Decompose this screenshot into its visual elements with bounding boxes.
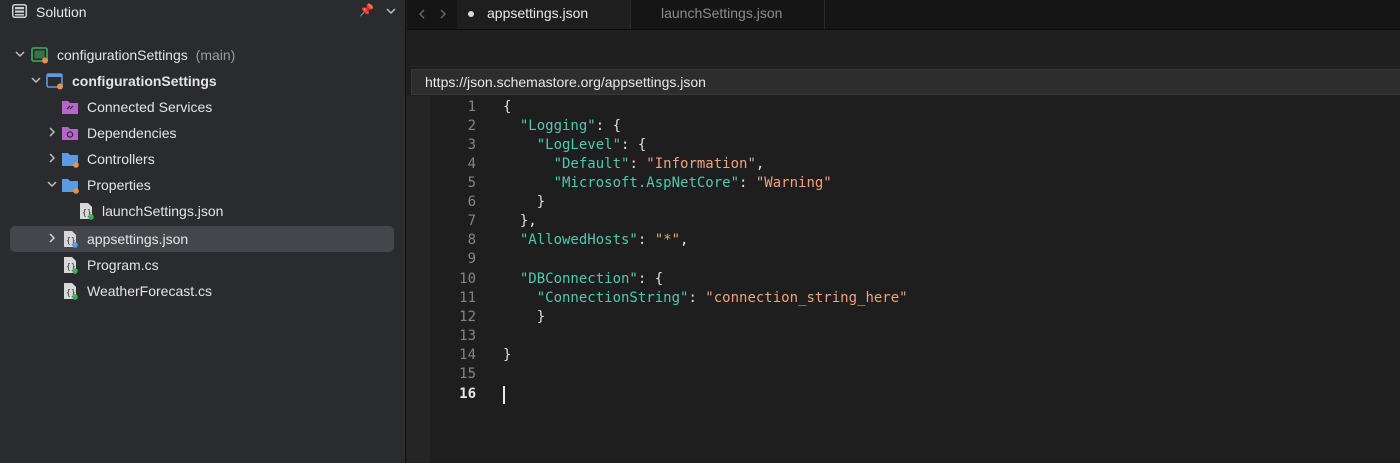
code-line: } xyxy=(503,347,512,363)
gutter xyxy=(407,96,430,463)
chevron-right-icon[interactable] xyxy=(45,125,59,139)
tree-item-program[interactable]: {} Program.cs xyxy=(0,252,406,278)
tree-item-label: Controllers xyxy=(87,151,155,167)
tree-item-solution[interactable]: configurationSettings (main) xyxy=(0,42,406,68)
line-number: 8 xyxy=(467,232,476,248)
code-line: } xyxy=(536,309,546,325)
tree-item-label: appsettings.json xyxy=(87,231,189,247)
json-file-icon: {} xyxy=(64,231,78,248)
tab-appsettings[interactable]: appsettings.json xyxy=(457,0,630,29)
line-number: 2 xyxy=(467,118,476,134)
tree-item-label: Properties xyxy=(87,177,151,193)
line-number: 15 xyxy=(459,366,476,382)
schema-bar[interactable]: https://json.schemastore.org/appsettings… xyxy=(411,69,1400,95)
folder-icon xyxy=(62,179,79,194)
json-file-icon: {} xyxy=(80,203,94,220)
editor-toolbar xyxy=(407,30,1400,67)
tab-bar: appsettings.json launchSettings.json xyxy=(407,0,1400,30)
line-number: 4 xyxy=(467,156,476,172)
line-number: 11 xyxy=(459,290,476,306)
connected-services-icon xyxy=(62,101,78,114)
solution-sidebar: Solution 📌 configurationSettings (main) xyxy=(0,0,406,463)
sidebar-header: Solution 📌 xyxy=(0,0,406,24)
chevron-down-icon[interactable] xyxy=(13,47,27,61)
tab-label: launchSettings.json xyxy=(661,5,783,21)
line-number-current: 16 xyxy=(459,386,476,402)
chevron-right-icon[interactable] xyxy=(436,7,450,21)
line-number: 3 xyxy=(467,137,476,153)
line-number: 1 xyxy=(467,99,476,115)
tree-item-label: WeatherForecast.cs xyxy=(87,283,213,299)
code-line: "AllowedHosts": "*", xyxy=(519,232,689,248)
tree-item-label: Program.cs xyxy=(87,257,159,273)
tree-item-properties[interactable]: Properties xyxy=(0,172,406,198)
code-line: "LogLevel": { xyxy=(536,137,647,153)
dependencies-icon xyxy=(62,127,78,140)
tree-item-connected-services[interactable]: Connected Services xyxy=(0,94,406,120)
chevron-down-icon[interactable] xyxy=(45,177,59,191)
tree-item-weatherforecast[interactable]: {} WeatherForecast.cs xyxy=(0,278,406,304)
code-line: { xyxy=(503,99,512,115)
schema-url[interactable]: https://json.schemastore.org/appsettings… xyxy=(425,74,706,90)
code-line: "Microsoft.AspNetCore": "Warning" xyxy=(553,175,832,191)
line-number: 7 xyxy=(467,213,476,229)
panel-icon xyxy=(12,4,27,18)
solution-icon xyxy=(31,47,48,64)
tab-launchsettings[interactable]: launchSettings.json xyxy=(630,0,825,29)
line-numbers: 1 2 3 4 5 6 7 8 9 10 11 12 13 14 15 16 xyxy=(430,96,478,463)
tree-item-launchsettings[interactable]: {} launchSettings.json xyxy=(0,198,406,224)
sidebar-title: Solution xyxy=(36,4,87,20)
line-number: 14 xyxy=(459,347,476,363)
unsaved-dot-icon xyxy=(468,11,474,17)
line-number: 13 xyxy=(459,328,476,344)
tree-item-label: configurationSettings xyxy=(72,73,217,89)
line-number: 12 xyxy=(459,309,476,325)
tree-item-label: Connected Services xyxy=(87,99,213,115)
line-number: 10 xyxy=(459,271,476,287)
chevron-right-icon[interactable] xyxy=(45,231,59,245)
chevron-right-icon[interactable] xyxy=(45,151,59,165)
project-icon xyxy=(46,73,63,90)
tree-item-dependencies[interactable]: Dependencies xyxy=(0,120,406,146)
text-cursor xyxy=(503,386,505,404)
tree-item-label: Dependencies xyxy=(87,125,177,141)
code-line: "DBConnection": { xyxy=(519,271,664,287)
folder-icon xyxy=(62,153,79,168)
csharp-file-icon: {} xyxy=(64,283,78,300)
tab-label: appsettings.json xyxy=(487,5,589,21)
tree-item-project[interactable]: configurationSettings xyxy=(0,68,406,94)
code-line: "Logging": { xyxy=(519,118,622,134)
branch-label: (main) xyxy=(195,47,236,63)
code-editor: appsettings.json launchSettings.json htt… xyxy=(407,0,1400,463)
chevron-left-icon[interactable] xyxy=(415,7,429,21)
line-number: 9 xyxy=(467,251,476,267)
code-line: } xyxy=(536,194,546,210)
tree-item-controllers[interactable]: Controllers xyxy=(0,146,406,172)
line-number: 5 xyxy=(467,175,476,191)
chevron-down-icon[interactable] xyxy=(384,4,398,18)
chevron-down-icon[interactable] xyxy=(29,73,43,87)
code-line: "Default": "Information", xyxy=(553,156,765,172)
tree-item-label: configurationSettings (main) xyxy=(57,47,236,63)
tree-item-label: launchSettings.json xyxy=(102,203,224,219)
code-line: }, xyxy=(519,213,537,229)
csharp-file-icon: {} xyxy=(64,257,78,274)
tree-item-appsettings[interactable]: {} appsettings.json xyxy=(0,226,406,252)
pin-icon[interactable]: 📌 xyxy=(359,3,374,17)
line-number: 6 xyxy=(467,194,476,210)
code-line: "ConnectionString": "connection_string_h… xyxy=(536,290,908,306)
